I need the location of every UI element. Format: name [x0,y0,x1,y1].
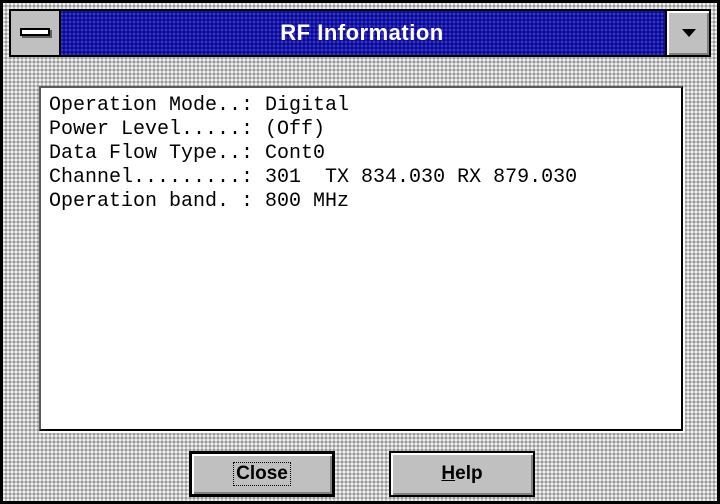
operation-mode-line: Operation Mode..: Digital [49,94,350,117]
data-flow-type-line: Data Flow Type..: Cont0 [49,142,326,165]
close-button[interactable]: Close [189,451,335,497]
help-button[interactable]: Help [389,451,535,497]
help-label-rest: elp [455,463,483,484]
help-mnemonic: H [441,463,456,484]
window-menu-dropdown-button[interactable] [665,11,709,55]
power-level-line: Power Level.....: (Off) [49,118,326,141]
channel-line: Channel.........: 301 TX 834.030 RX 879.… [49,166,578,189]
chevron-down-icon [682,29,696,37]
help-button-label: Help [441,463,482,484]
system-menu-icon [20,28,50,36]
title-bar[interactable]: RF Information [9,9,711,57]
rf-info-text-area[interactable]: Operation Mode..: Digital Power Level...… [39,86,683,431]
rf-information-window: RF Information Operation Mode..: Digital… [0,0,720,504]
close-button-label: Close [233,462,291,486]
window-title: RF Information [280,20,444,45]
system-menu-button[interactable] [11,11,61,55]
operation-band-line: Operation band. : 800 MHz [49,190,350,213]
